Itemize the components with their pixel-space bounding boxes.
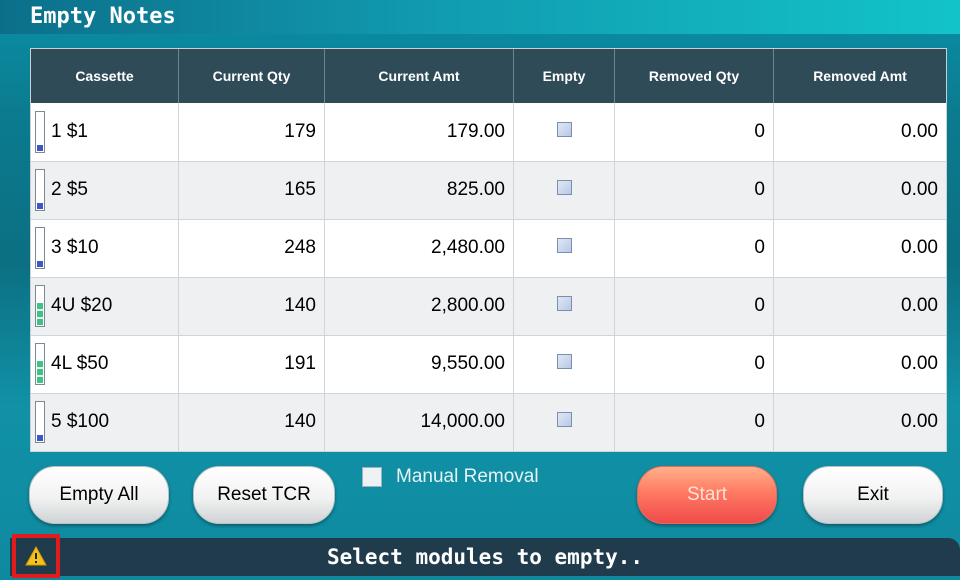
column-header-current-qty: Current Qty bbox=[178, 49, 325, 103]
current-amt-cell: 9,550.00 bbox=[324, 335, 514, 394]
current-qty-cell: 191 bbox=[178, 335, 325, 394]
cassette-label: 4U $20 bbox=[51, 295, 113, 316]
column-header-empty: Empty bbox=[513, 49, 615, 103]
empty-checkbox[interactable] bbox=[556, 180, 572, 195]
cassette-label: 1 $1 bbox=[51, 120, 88, 142]
removed-qty-cell: 0 bbox=[614, 335, 774, 394]
cassette-level-meter bbox=[35, 285, 45, 327]
removed-amt-cell: 0.00 bbox=[773, 161, 946, 220]
empty-checkbox[interactable] bbox=[556, 238, 572, 253]
start-button[interactable]: Start bbox=[637, 466, 777, 524]
current-amt-cell: 2,800.00 bbox=[324, 277, 514, 336]
removed-amt-cell: 0.00 bbox=[773, 335, 946, 394]
manual-removal-toggle[interactable]: Manual Removal bbox=[362, 466, 539, 488]
empty-checkbox[interactable] bbox=[556, 121, 572, 137]
removed-qty-cell: 0 bbox=[614, 393, 774, 452]
removed-qty-cell: 0 bbox=[614, 219, 774, 278]
cassette-level-meter bbox=[35, 401, 45, 443]
window-title: Empty Notes bbox=[0, 0, 960, 34]
current-qty-cell: 140 bbox=[178, 393, 325, 452]
cassette-level-meter bbox=[35, 169, 45, 211]
reset-tcr-button[interactable]: Reset TCR bbox=[193, 466, 335, 524]
column-header-current-amt: Current Amt bbox=[324, 49, 514, 103]
cassette-label: 5 $100 bbox=[51, 411, 110, 432]
current-qty-cell: 165 bbox=[178, 161, 325, 220]
removed-qty-cell: 0 bbox=[614, 161, 774, 220]
cassette-level-meter bbox=[35, 343, 45, 385]
empty-checkbox[interactable] bbox=[556, 296, 572, 311]
table-row[interactable]: 3 $10 248 2,480.00 0 0.00 bbox=[31, 219, 946, 278]
current-amt-cell: 14,000.00 bbox=[324, 393, 514, 452]
cassette-label: 3 $10 bbox=[51, 237, 99, 258]
manual-removal-checkbox[interactable] bbox=[362, 467, 382, 487]
current-amt-cell: 825.00 bbox=[324, 161, 514, 220]
current-qty-cell: 179 bbox=[178, 103, 325, 162]
status-bar: Select modules to empty.. bbox=[10, 538, 960, 576]
cassette-table: Cassette Current Qty Current Amt Empty R… bbox=[30, 48, 947, 452]
removed-amt-cell: 0.00 bbox=[773, 219, 946, 278]
cassette-label: 4L $50 bbox=[51, 353, 109, 374]
current-qty-cell: 140 bbox=[178, 277, 325, 336]
table-row[interactable]: 2 $5 165 825.00 0 0.00 bbox=[31, 161, 946, 220]
removed-qty-cell: 0 bbox=[614, 103, 774, 162]
removed-amt-cell: 0.00 bbox=[773, 277, 946, 336]
removed-qty-cell: 0 bbox=[614, 277, 774, 336]
column-header-removed-amt: Removed Amt bbox=[773, 49, 946, 103]
table-row[interactable]: 4L $50 191 9,550.00 0 0.00 bbox=[31, 335, 946, 394]
column-header-cassette: Cassette bbox=[31, 49, 179, 103]
table-row[interactable]: 1 $1 179 179.00 0 0.00 bbox=[31, 103, 946, 162]
removed-amt-cell: 0.00 bbox=[773, 393, 946, 452]
table-row[interactable]: 5 $100 140 14,000.00 0 0.00 bbox=[31, 393, 946, 452]
table-row[interactable]: 4U $20 140 2,800.00 0 0.00 bbox=[31, 277, 946, 336]
current-amt-cell: 179.00 bbox=[324, 103, 514, 162]
current-qty-cell: 248 bbox=[178, 219, 325, 278]
manual-removal-label: Manual Removal bbox=[396, 466, 539, 487]
empty-checkbox[interactable] bbox=[556, 354, 572, 369]
warning-indicator[interactable] bbox=[12, 534, 60, 578]
current-amt-cell: 2,480.00 bbox=[324, 219, 514, 278]
table-header-row: Cassette Current Qty Current Amt Empty R… bbox=[31, 49, 946, 103]
empty-all-button[interactable]: Empty All bbox=[29, 466, 169, 524]
cassette-level-meter bbox=[35, 110, 45, 153]
cassette-level-meter bbox=[35, 227, 45, 269]
warning-icon bbox=[25, 546, 47, 566]
status-message: Select modules to empty.. bbox=[326, 545, 644, 569]
cassette-label: 2 $5 bbox=[51, 179, 88, 200]
exit-button[interactable]: Exit bbox=[803, 466, 943, 524]
empty-checkbox[interactable] bbox=[556, 412, 572, 427]
removed-amt-cell: 0.00 bbox=[773, 103, 946, 162]
column-header-removed-qty: Removed Qty bbox=[614, 49, 774, 103]
